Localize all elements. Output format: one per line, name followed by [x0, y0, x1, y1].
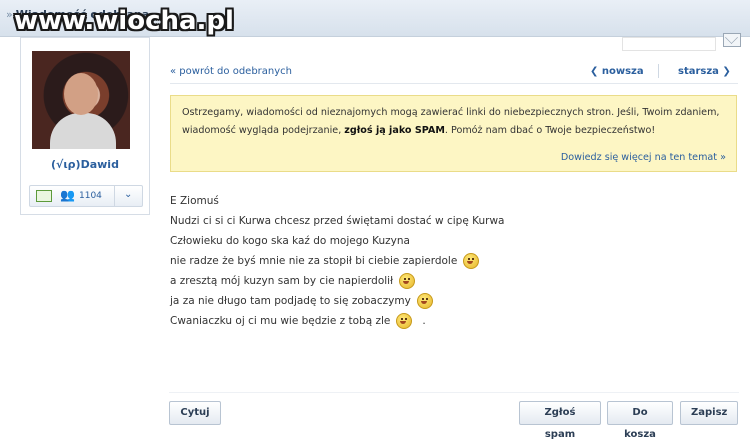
- older-link[interactable]: starsza ❯: [678, 66, 731, 77]
- message-line: a zresztą mój kuzyn sam by cie napierdol…: [170, 272, 504, 292]
- quote-button[interactable]: Cytuj: [169, 401, 221, 425]
- tab-arrows: »: [6, 8, 13, 21]
- message-line: E Ziomuś: [170, 195, 219, 207]
- watermark: www.wiocha.pl: [14, 6, 234, 36]
- message-line-text: a zresztą mój kuzyn sam by cie napierdol…: [170, 275, 394, 287]
- smiley-icon: [396, 313, 413, 329]
- message-icon[interactable]: [36, 190, 52, 202]
- newer-link[interactable]: ❮ nowsza: [590, 66, 644, 77]
- message-body: E Ziomuś Nudzi ci si ci Kurwa chcesz prz…: [170, 192, 504, 332]
- divider: [169, 392, 739, 393]
- smiley-icon: [416, 293, 433, 309]
- report-spam-link[interactable]: zgłoś ją jako SPAM: [344, 125, 445, 136]
- divider: [114, 186, 115, 206]
- sender-username[interactable]: (√ιρ)Dawid: [21, 158, 149, 171]
- message-line: Człowieku do kogo ska kaź do mojego Kuzy…: [170, 235, 410, 247]
- smiley-icon: [399, 273, 416, 289]
- warning-text: wiadomość wygląda podejrzanie,: [182, 125, 345, 136]
- warning-text-end: . Pomóż nam dbać o Twoje bezpieczeństwo!: [444, 125, 656, 136]
- message-line-text: Cwaniaczku oj ci mu wie będzie z tobą zl…: [170, 315, 391, 327]
- message-line: ja za nie długo tam podjadę to się zobac…: [170, 292, 504, 312]
- save-button[interactable]: Zapisz: [680, 401, 738, 425]
- message-line: nie radze że byś mnie nie za stopił bi c…: [170, 252, 504, 272]
- envelope-icon[interactable]: [723, 33, 741, 47]
- sender-card: (√ιρ)Dawid 👥 1104 ⌄: [20, 37, 150, 215]
- report-spam-button[interactable]: Zgłoś spam: [519, 401, 601, 440]
- avatar-shirt: [50, 113, 116, 149]
- message-line: Nudzi ci si ci Kurwa chcesz przed święta…: [170, 215, 505, 227]
- move-to-trash-button[interactable]: Do kosza: [607, 401, 673, 440]
- action-bar: Cytuj Zgłoś spam Do kosza Zapisz: [169, 401, 739, 440]
- back-link[interactable]: « powrót do odebranych: [170, 66, 292, 77]
- message-line: Cwaniaczku oj ci mu wie będzie z tobą zl…: [170, 312, 504, 332]
- search-input[interactable]: [622, 37, 716, 51]
- message-line-text: nie radze że byś mnie nie za stopił bi c…: [170, 255, 458, 267]
- people-icon[interactable]: 👥: [60, 188, 75, 202]
- message-trailing: .: [422, 315, 426, 327]
- avatar[interactable]: [32, 51, 130, 149]
- divider: [170, 83, 738, 84]
- learn-more-link[interactable]: Dowiedz się więcej na ten temat »: [561, 152, 726, 163]
- spam-warning: Ostrzegamy, wiadomości od nieznajomych m…: [170, 95, 737, 172]
- avatar-face: [64, 73, 98, 115]
- nav-divider: [658, 64, 659, 78]
- chevron-down-icon[interactable]: ⌄: [124, 189, 132, 200]
- message-line-text: ja za nie długo tam podjadę to się zobac…: [170, 295, 411, 307]
- warning-line-1: Ostrzegamy, wiadomości od nieznajomych m…: [182, 107, 720, 118]
- warning-line-2: wiadomość wygląda podejrzanie, zgłoś ją …: [182, 125, 655, 136]
- friends-count[interactable]: 1104: [79, 191, 102, 201]
- user-actions: 👥 1104 ⌄: [29, 185, 143, 207]
- smiley-icon: [463, 253, 480, 269]
